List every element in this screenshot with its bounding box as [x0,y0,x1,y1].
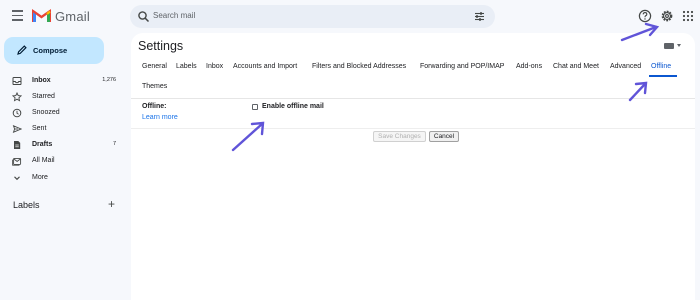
chevron-down-icon [14,176,20,181]
tab-accounts-and-import[interactable]: Accounts and Import [233,63,297,70]
sidebar-item-label: Sent [32,125,47,132]
sidebar-item-snoozed[interactable]: Snoozed [0,105,128,121]
brand-name: Gmail [55,9,90,24]
tab-filters[interactable]: Filters and Blocked Addresses [312,63,406,70]
sidebar-item-count: 7 [112,141,116,147]
offline-setting-label: Offline: [142,103,167,110]
tab-inbox[interactable]: Inbox [206,63,223,70]
sidebar-item-drafts[interactable]: Drafts 7 [0,137,128,153]
help-icon[interactable] [638,9,652,23]
save-changes-button[interactable]: Save Changes [373,131,426,142]
sidebar-item-inbox[interactable]: Inbox 1,276 [0,73,128,89]
tab-general[interactable]: General [142,63,167,70]
sidebar-item-label: Drafts [32,141,53,148]
input-tools-toggle[interactable] [664,43,682,49]
keyboard-icon [664,43,674,49]
enable-offline-checkbox[interactable] [252,104,258,110]
gmail-logo [32,8,51,22]
tab-add-ons[interactable]: Add-ons [516,63,542,70]
draft-icon [14,141,21,149]
dropdown-arrow-icon [677,44,681,47]
compose-button[interactable]: Compose [4,37,104,64]
search-bar[interactable]: Search mail [130,5,495,28]
labels-heading: Labels [13,200,40,210]
sidebar-item-starred[interactable]: Starred [0,89,128,105]
tab-forwarding[interactable]: Forwarding and POP/IMAP [420,63,504,70]
divider [131,98,695,99]
sidebar-item-sent[interactable]: Sent [0,121,128,137]
tab-labels[interactable]: Labels [176,63,197,70]
clock-icon [12,108,22,118]
tab-themes[interactable]: Themes [142,83,167,90]
sidebar-item-label: Starred [32,93,55,100]
send-icon [12,124,22,134]
inbox-icon [12,77,22,85]
search-input[interactable]: Search mail [153,11,195,20]
sidebar-item-count: 1,276 [102,77,116,83]
tab-advanced[interactable]: Advanced [610,63,641,70]
sidebar-item-more[interactable]: More [0,170,128,186]
tune-icon[interactable] [473,10,486,23]
tab-offline[interactable]: Offline [651,63,671,70]
active-tab-indicator [649,75,677,77]
learn-more-link[interactable]: Learn more [142,114,178,121]
enable-offline-label[interactable]: Enable offline mail [262,103,324,110]
sidebar-item-label: More [32,174,48,181]
hamburger-icon[interactable] [12,10,23,21]
tab-chat-and-meet[interactable]: Chat and Meet [553,63,599,70]
search-icon[interactable] [137,10,150,23]
pencil-icon [17,45,27,55]
page-title: Settings [138,39,184,53]
apps-grid-icon[interactable] [681,9,695,23]
star-icon [12,92,22,102]
sidebar-item-all-mail[interactable]: All Mail [0,153,128,169]
all-mail-icon [12,157,22,166]
top-bar: Gmail Search mail [0,0,700,33]
add-label-button[interactable]: + [108,198,115,210]
sidebar-item-label: Snoozed [32,109,60,116]
settings-tabs: General Labels Inbox Accounts and Import… [131,58,695,78]
sidebar-item-label: Inbox [32,77,51,84]
cancel-button[interactable]: Cancel [429,131,459,142]
compose-label: Compose [33,46,68,55]
gear-icon[interactable] [660,9,674,23]
sidebar-item-label: All Mail [32,157,55,164]
settings-panel: Settings General Labels Inbox Accounts a… [131,33,695,300]
divider [131,128,695,129]
